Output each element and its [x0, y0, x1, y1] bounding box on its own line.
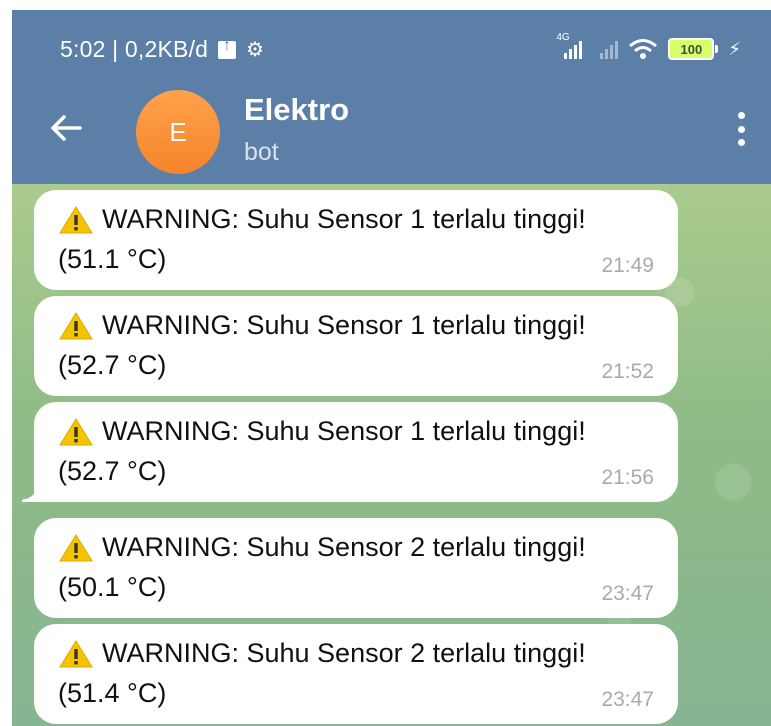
arrow-left-icon[interactable] — [48, 110, 84, 146]
message-value: (52.7 °C) — [58, 350, 167, 380]
message-text: WARNING: Suhu Sensor 1 terlalu tinggi! — [102, 416, 586, 446]
message-bubble[interactable]: WARNING: Suhu Sensor 1 terlalu tinggi! (… — [34, 296, 678, 396]
avatar-letter: E — [169, 116, 187, 147]
message-text: WARNING: Suhu Sensor 2 terlalu tinggi! — [102, 532, 586, 562]
battery-icon: 100 — [668, 38, 715, 60]
message-text: WARNING: Suhu Sensor 2 terlalu tinggi! — [102, 638, 586, 668]
phone-screen: 5:02 | 0,2KB/d ⚙ 4G — [12, 10, 771, 726]
message-time: 23:47 — [601, 582, 654, 605]
message-text: WARNING: Suhu Sensor 1 terlalu tinggi! — [102, 204, 586, 234]
message-value: (50.1 °C) — [58, 572, 167, 602]
warning-icon — [59, 205, 93, 233]
message-text-row: WARNING: Suhu Sensor 1 terlalu tinggi! — [58, 310, 586, 341]
warning-icon — [59, 417, 93, 445]
avatar[interactable]: E — [136, 90, 220, 174]
message-bubble[interactable]: WARNING: Suhu Sensor 1 terlalu tinggi! (… — [34, 190, 678, 290]
chat-title[interactable]: Elektro — [244, 92, 349, 128]
upload-icon — [218, 37, 237, 59]
charging-icon: ⚡ — [728, 38, 741, 59]
battery-tip — [715, 45, 719, 53]
message-text-row: WARNING: Suhu Sensor 2 terlalu tinggi! — [58, 532, 586, 563]
message-text: WARNING: Suhu Sensor 1 terlalu tinggi! — [102, 310, 586, 340]
cell-signal-2-icon — [592, 39, 619, 59]
warning-icon — [59, 639, 93, 667]
message-time: 23:47 — [601, 688, 654, 711]
warning-icon — [59, 533, 93, 561]
message-text-row: WARNING: Suhu Sensor 1 terlalu tinggi! — [58, 204, 586, 235]
cell-signal-icon: 4G — [556, 33, 583, 59]
message-time: 21:49 — [601, 254, 654, 277]
chat-area[interactable]: WARNING: Suhu Sensor 1 terlalu tinggi! (… — [12, 184, 771, 726]
status-time-speed: 5:02 | 0,2KB/d — [60, 36, 209, 62]
network-type-label: 4G — [556, 32, 570, 43]
message-value: (51.1 °C) — [58, 244, 167, 274]
message-bubble[interactable]: WARNING: Suhu Sensor 2 terlalu tinggi! (… — [34, 518, 678, 618]
wifi-icon — [629, 39, 658, 59]
message-bubble[interactable]: WARNING: Suhu Sensor 2 terlalu tinggi! (… — [34, 624, 678, 724]
app-header: 5:02 | 0,2KB/d ⚙ 4G — [12, 10, 771, 184]
message-text-row: WARNING: Suhu Sensor 2 terlalu tinggi! — [58, 638, 586, 669]
message-value: (51.4 °C) — [58, 678, 167, 708]
status-bar: 5:02 | 0,2KB/d ⚙ 4G — [12, 10, 771, 88]
message-bubble[interactable]: WARNING: Suhu Sensor 1 terlalu tinggi! (… — [22, 402, 678, 502]
status-left: 5:02 | 0,2KB/d ⚙ — [60, 36, 264, 63]
message-time: 21:56 — [601, 466, 654, 489]
chat-subtitle: bot — [244, 138, 279, 166]
message-text-row: WARNING: Suhu Sensor 1 terlalu tinggi! — [58, 416, 586, 447]
warning-icon — [59, 311, 93, 339]
message-value: (52.7 °C) — [58, 456, 167, 486]
gear-icon: ⚙ — [246, 39, 265, 61]
more-vertical-icon[interactable] — [737, 112, 745, 146]
status-right: 4G 100 ⚡ — [556, 33, 741, 60]
message-time: 21:52 — [601, 360, 654, 383]
